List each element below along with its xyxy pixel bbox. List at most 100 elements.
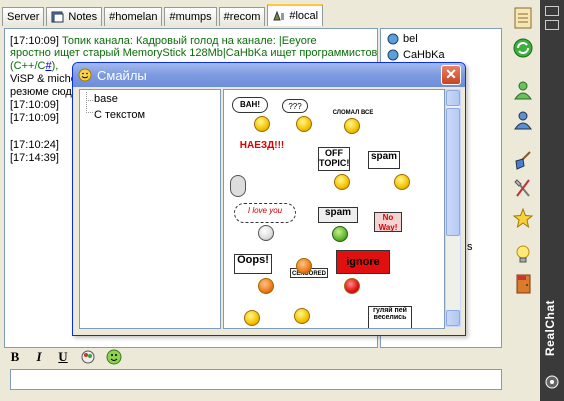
tab-local[interactable]: #local — [267, 4, 324, 26]
notepad-icon — [514, 7, 532, 29]
chat-text: (C++/C — [10, 60, 46, 72]
tab-label: #mumps — [169, 11, 212, 23]
smiley-category-tree[interactable]: base С текстом — [79, 89, 221, 329]
refresh-icon — [513, 38, 533, 58]
chat-line: яростно ищет старый MemoryStick 128Mb|Ca… — [10, 47, 378, 59]
smiley-small-2[interactable] — [294, 308, 310, 324]
tab-notes[interactable]: Notes — [46, 7, 103, 26]
dialog-title: Смайлы — [97, 68, 147, 83]
italic-button[interactable]: I — [32, 349, 46, 365]
smiley-gulyai-sign: гуляй пей веселись — [368, 306, 412, 328]
clear-button[interactable] — [509, 146, 537, 174]
settings-button[interactable] — [509, 174, 537, 202]
tab-label: Notes — [68, 11, 98, 23]
smiley-offtopic[interactable] — [334, 174, 350, 190]
chat-line: [17:14:39] — [10, 152, 59, 164]
user-item-partial: s — [467, 241, 473, 253]
smiley-bah-bubble: BAH! — [232, 97, 268, 113]
window-icon[interactable] — [545, 20, 559, 30]
tab-label: #recom — [223, 11, 261, 23]
smiley-censored[interactable] — [296, 258, 312, 274]
tab-homelan[interactable]: #homelan — [104, 7, 163, 26]
chat-line: [17:10:09] — [10, 99, 59, 111]
tab-label: #local — [289, 10, 319, 22]
smiley-spam-sign: spam — [368, 151, 400, 169]
tab-label: #homelan — [109, 11, 158, 23]
chat-line: (C++/C#), — [10, 60, 58, 72]
chat-line: резюме сюд — [10, 86, 72, 98]
timestamp: [17:10:09] — [10, 35, 59, 47]
tools-icon — [514, 179, 530, 197]
scroll-thumb[interactable] — [446, 108, 460, 236]
smiley-naezd-label: НАЕЗД!!! — [239, 140, 285, 151]
smiley-spam2-sign: spam — [318, 207, 358, 223]
smiley-question[interactable] — [296, 116, 312, 132]
smiley-oops-sign: Oops! — [234, 254, 272, 274]
refresh-button[interactable] — [509, 34, 537, 62]
tree-item-base[interactable]: base — [94, 93, 118, 105]
underline-button[interactable]: U — [56, 349, 70, 365]
star-icon — [512, 207, 534, 229]
smiley-love[interactable] — [258, 225, 274, 241]
brand-sidebar: RealChat — [540, 0, 564, 401]
smiley-partial[interactable] — [230, 175, 246, 197]
bold-button[interactable]: B — [8, 349, 22, 365]
tips-button[interactable] — [509, 240, 537, 268]
chat-line: [17:10:09] Топик канала: Кадровый голод … — [10, 35, 317, 47]
user-green-icon — [514, 81, 532, 100]
smiley-bah[interactable] — [254, 116, 270, 132]
smiley-question-bubble: ??? — [282, 99, 308, 113]
dialog-titlebar[interactable]: Смайлы ✕ — [73, 63, 465, 87]
user-blue-icon — [514, 111, 532, 130]
user-status-icon — [387, 33, 399, 45]
smiley-picker-icon[interactable] — [106, 349, 122, 365]
smiley-offtopic-sign: OFF TOPIC! — [318, 147, 350, 171]
tree-item-text[interactable]: С текстом — [94, 109, 145, 121]
notes-button[interactable] — [509, 4, 537, 32]
exit-button[interactable] — [509, 270, 537, 298]
tab-server[interactable]: Server — [2, 7, 45, 26]
chat-line: [17:10:09] — [10, 112, 59, 124]
channel-tabs: Server Notes #homelan #mumps #recom #loc… — [2, 4, 325, 26]
smiley-noway-sign: No Way! — [374, 212, 402, 232]
format-toolbar: B I U — [8, 348, 122, 366]
smiley-ignore[interactable] — [344, 278, 360, 294]
broom-icon — [515, 151, 531, 170]
chat-line: [17:10:24] — [10, 139, 59, 151]
smiley-oops[interactable] — [258, 278, 274, 294]
color-picker-icon[interactable] — [80, 349, 96, 365]
user-item[interactable]: CaHbKa — [387, 49, 445, 61]
smiley-spam[interactable] — [394, 174, 410, 190]
chat-text: ), — [51, 60, 59, 72]
smiley-spam2[interactable] — [332, 226, 348, 242]
chat-line: ViSP & miche — [10, 73, 77, 85]
channel-icon — [273, 10, 285, 21]
close-button[interactable]: ✕ — [441, 65, 461, 85]
smiley-title-icon — [78, 68, 92, 82]
tab-label: Server — [7, 11, 40, 23]
smiley-broken[interactable] — [344, 118, 360, 134]
window-icon[interactable] — [545, 6, 559, 16]
close-icon: ✕ — [445, 66, 457, 82]
smileys-dialog: Смайлы ✕ base С текстом BAH! ??? СЛОМАЛ … — [72, 62, 466, 336]
tab-mumps[interactable]: #mumps — [164, 7, 217, 26]
smiley-broken-label: СЛОМАЛ ВСЕ — [332, 110, 374, 116]
topic-text: Топик канала: Кадровый голод на канале: … — [62, 35, 317, 47]
smiley-scrollbar[interactable] — [445, 89, 461, 327]
exit-door-icon — [516, 274, 531, 294]
user-online-button[interactable] — [509, 76, 537, 104]
scroll-up-button[interactable] — [446, 90, 460, 106]
smiley-grid[interactable]: BAH! ??? СЛОМАЛ ВСЕ НАЕЗД!!! OFF TOPIC! … — [223, 89, 445, 329]
tab-recom[interactable]: #recom — [218, 7, 266, 26]
smiley-love-bubble: I love you — [234, 203, 296, 223]
lightbulb-icon — [516, 245, 530, 263]
favorites-button[interactable] — [509, 204, 537, 232]
notes-icon — [51, 11, 64, 23]
user-info-button[interactable] — [509, 106, 537, 134]
tree-connector — [86, 100, 93, 113]
smiley-small-1[interactable] — [244, 310, 260, 326]
user-item[interactable]: bel — [387, 33, 418, 45]
smiley-ignore-sign: ignore — [336, 250, 390, 274]
scroll-down-button[interactable] — [446, 310, 460, 326]
message-input[interactable] — [10, 369, 502, 390]
